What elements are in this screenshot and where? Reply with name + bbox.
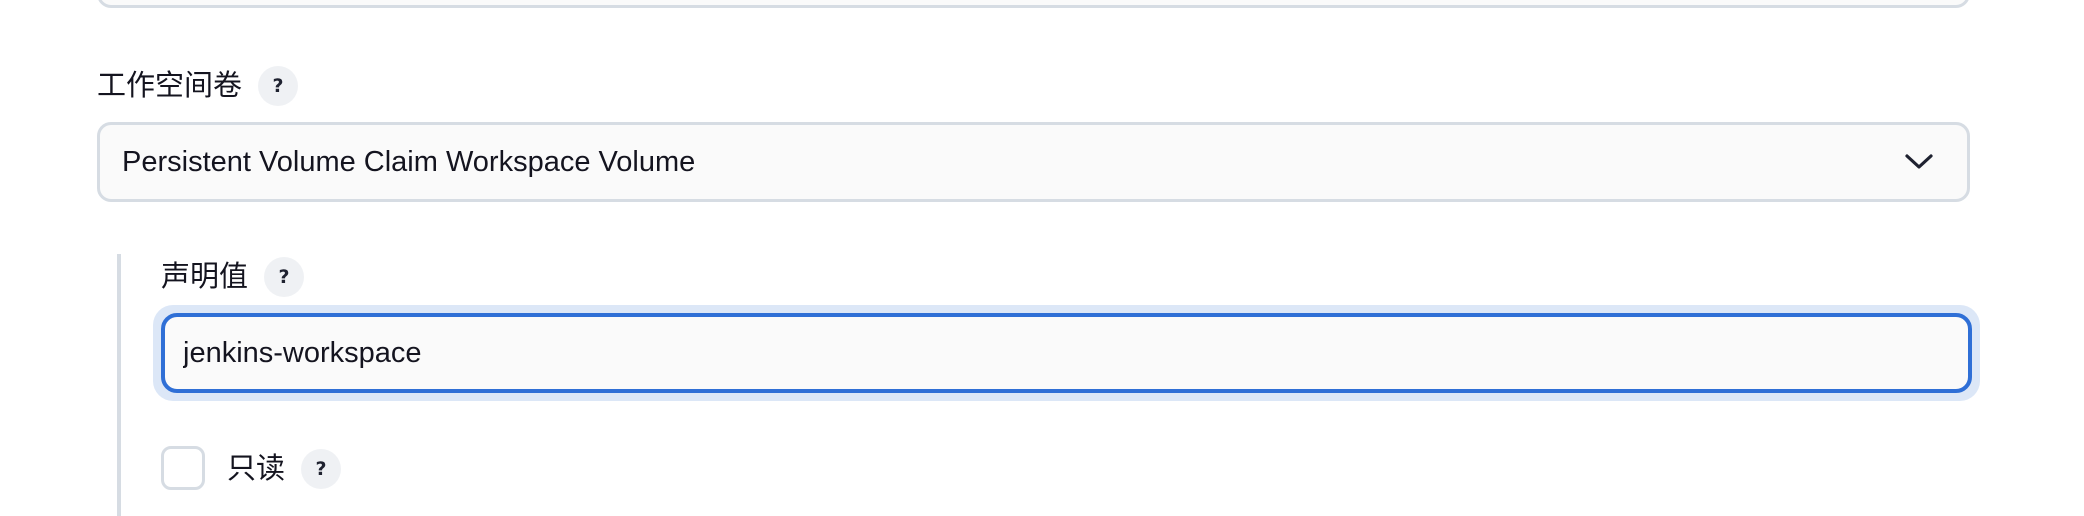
workspace-volume-label: 工作空间卷 — [97, 70, 243, 102]
claim-name-label: 声明值 — [161, 261, 249, 293]
workspace-volume-select[interactable]: Persistent Volume Claim Workspace Volume — [97, 122, 1970, 202]
read-only-help-button[interactable]: ? — [301, 449, 342, 489]
nested-section-rule — [117, 254, 121, 516]
workspace-volume-label-row: 工作空间卷 ? — [97, 66, 299, 106]
read-only-label: 只读 — [227, 453, 286, 485]
read-only-checkbox[interactable] — [161, 446, 205, 490]
claim-name-label-row: 声明值 ? — [161, 257, 305, 297]
workspace-volume-selected-value: Persistent Volume Claim Workspace Volume — [122, 145, 696, 178]
chevron-down-icon — [1905, 154, 1933, 169]
claim-name-input[interactable] — [161, 313, 1972, 393]
read-only-label-row: 只读 ? — [227, 449, 342, 489]
claim-name-focus-ring — [153, 305, 1980, 401]
previous-field-bottom — [97, 0, 1970, 8]
workspace-volume-help-button[interactable]: ? — [258, 66, 299, 106]
claim-name-help-button[interactable]: ? — [264, 257, 305, 297]
